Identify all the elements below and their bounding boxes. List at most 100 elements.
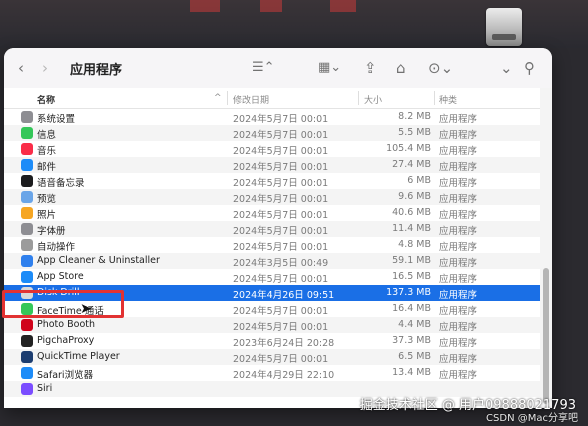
table-row[interactable]: 系统设置 2024年5月7日 00:01 8.2 MB 应用程序 <box>4 109 540 125</box>
column-divider[interactable] <box>434 91 435 105</box>
hard-drive-icon[interactable] <box>486 8 522 46</box>
column-divider[interactable] <box>358 91 359 105</box>
table-row[interactable]: PigchaProxy 2023年6月24日 20:28 37.3 MB 应用程序 <box>4 333 540 349</box>
file-kind: 应用程序 <box>439 338 478 349</box>
file-name: 邮件 <box>37 162 57 173</box>
table-row[interactable]: QuickTime Player 2024年5月7日 00:01 6.5 MB 应用程… <box>4 349 540 365</box>
file-date: 2024年4月29日 22:10 <box>233 370 335 381</box>
desktop-decoration <box>190 0 220 12</box>
desktop-decoration <box>330 0 356 12</box>
file-date: 2024年5月7日 00:01 <box>233 114 329 125</box>
column-name[interactable]: 名称 <box>37 93 55 106</box>
table-row[interactable]: App Store 2024年5月7日 00:01 16.5 MB 应用程序 <box>4 269 540 285</box>
file-kind: 应用程序 <box>439 130 478 141</box>
table-row[interactable]: 字体册 2024年5月7日 00:01 11.4 MB 应用程序 <box>4 221 540 237</box>
file-name: 语音备忘录 <box>37 178 85 189</box>
file-date: 2024年5月7日 00:01 <box>233 162 329 173</box>
file-list: 系统设置 2024年5月7日 00:01 8.2 MB 应用程序 信息 2024年5月7… <box>4 109 540 408</box>
app-icon <box>21 159 33 171</box>
search-icon[interactable]: ⚲ <box>524 58 535 78</box>
file-date: 2024年5月7日 00:01 <box>233 242 329 253</box>
file-kind: 应用程序 <box>439 146 478 157</box>
file-size: 9.6 MB <box>398 191 431 202</box>
finder-window: ‹ › 应用程序 ☰⌃ ▦⌄ ⇪ ⌂ ⊙⌄ ⌄ ⚲ 名称 ^ 修改日期 大小 种… <box>4 48 552 408</box>
mouse-cursor-icon: ➤ <box>80 301 92 317</box>
app-icon <box>21 207 33 219</box>
table-row[interactable]: 信息 2024年5月7日 00:01 5.5 MB 应用程序 <box>4 125 540 141</box>
table-row[interactable]: 自动操作 2024年5月7日 00:01 4.8 MB 应用程序 <box>4 237 540 253</box>
column-header: 名称 ^ 修改日期 大小 种类 <box>4 88 540 109</box>
file-name: 字体册 <box>37 226 66 237</box>
chevron-down-icon[interactable]: ⌄ <box>500 58 513 78</box>
annotation-highlight <box>2 290 124 318</box>
window-title: 应用程序 <box>70 63 123 78</box>
file-date: 2024年5月7日 00:01 <box>233 354 329 365</box>
file-date: 2024年5月7日 00:01 <box>233 226 329 237</box>
file-name: Siri <box>37 383 53 394</box>
app-icon <box>21 335 33 347</box>
app-icon <box>21 319 33 331</box>
tag-icon[interactable]: ⌂ <box>396 58 406 78</box>
desktop-decoration <box>260 0 282 12</box>
table-row[interactable]: 语音备忘录 2024年5月7日 00:01 6 MB 应用程序 <box>4 173 540 189</box>
table-row[interactable]: 照片 2024年5月7日 00:01 40.6 MB 应用程序 <box>4 205 540 221</box>
file-kind: 应用程序 <box>439 226 478 237</box>
column-divider[interactable] <box>227 91 228 105</box>
file-kind: 应用程序 <box>439 354 478 365</box>
scrollbar-thumb[interactable] <box>543 268 549 404</box>
table-row[interactable]: 邮件 2024年5月7日 00:01 27.4 MB 应用程序 <box>4 157 540 173</box>
column-date[interactable]: 修改日期 <box>233 93 269 106</box>
table-row[interactable]: Photo Booth 2024年5月7日 00:01 4.4 MB 应用程序 <box>4 317 540 333</box>
table-row[interactable]: App Cleaner & Uninstaller 2024年3月5日 00:49… <box>4 253 540 269</box>
file-size: 11.4 MB <box>392 223 431 234</box>
file-date: 2024年4月26日 09:51 <box>233 290 335 301</box>
file-size: 27.4 MB <box>392 159 431 170</box>
ellipsis-circle-icon[interactable]: ⊙⌄ <box>428 58 453 78</box>
app-icon <box>21 111 33 123</box>
file-date: 2024年5月7日 00:01 <box>233 146 329 157</box>
file-kind: 应用程序 <box>439 322 478 333</box>
file-kind: 应用程序 <box>439 274 478 285</box>
app-icon <box>21 367 33 379</box>
share-icon[interactable]: ⇪ <box>364 58 377 78</box>
file-size: 16.4 MB <box>392 303 431 314</box>
toolbar: ‹ › 应用程序 ☰⌃ ▦⌄ ⇪ ⌂ ⊙⌄ ⌄ ⚲ <box>4 48 552 89</box>
file-name: Photo Booth <box>37 319 96 330</box>
file-size: 5.5 MB <box>398 127 431 138</box>
file-name: PigchaProxy <box>37 335 95 346</box>
file-size: 6 MB <box>407 175 431 186</box>
file-size: 40.6 MB <box>392 207 431 218</box>
file-name: App Cleaner & Uninstaller <box>37 255 160 266</box>
file-kind: 应用程序 <box>439 162 478 173</box>
file-name: 音乐 <box>37 146 57 157</box>
file-name: QuickTime Player <box>37 351 120 362</box>
sort-indicator[interactable]: ^ <box>214 93 222 103</box>
file-kind: 应用程序 <box>439 194 478 205</box>
column-size[interactable]: 大小 <box>364 93 382 106</box>
file-size: 4.8 MB <box>398 239 431 250</box>
chevron-right-icon[interactable]: › <box>42 58 48 78</box>
file-kind: 应用程序 <box>439 258 478 269</box>
table-row[interactable]: 预览 2024年5月7日 00:01 9.6 MB 应用程序 <box>4 189 540 205</box>
file-date: 2024年5月7日 00:01 <box>233 210 329 221</box>
watermark-secondary: CSDN @Mac分享吧 <box>486 413 578 424</box>
column-kind[interactable]: 种类 <box>439 93 457 106</box>
list-view-icon[interactable]: ☰⌃ <box>252 58 275 78</box>
file-name: 自动操作 <box>37 242 76 253</box>
table-row[interactable]: Safari浏览器 2024年4月29日 22:10 13.4 MB 应用程序 <box>4 365 540 381</box>
file-kind: 应用程序 <box>439 178 478 189</box>
chevron-left-icon[interactable]: ‹ <box>18 58 24 78</box>
file-size: 37.3 MB <box>392 335 431 346</box>
grid-view-icon[interactable]: ▦⌄ <box>318 58 341 78</box>
app-icon <box>21 223 33 235</box>
file-date: 2024年5月7日 00:01 <box>233 178 329 189</box>
file-date: 2024年5月7日 00:01 <box>233 194 329 205</box>
file-kind: 应用程序 <box>439 114 478 125</box>
file-size: 13.4 MB <box>392 367 431 378</box>
table-row[interactable]: 音乐 2024年5月7日 00:01 105.4 MB 应用程序 <box>4 141 540 157</box>
file-date: 2024年5月7日 00:01 <box>233 322 329 333</box>
file-size: 4.4 MB <box>398 319 431 330</box>
file-name: App Store <box>37 271 84 282</box>
file-name: 系统设置 <box>37 114 76 125</box>
file-size: 59.1 MB <box>392 255 431 266</box>
